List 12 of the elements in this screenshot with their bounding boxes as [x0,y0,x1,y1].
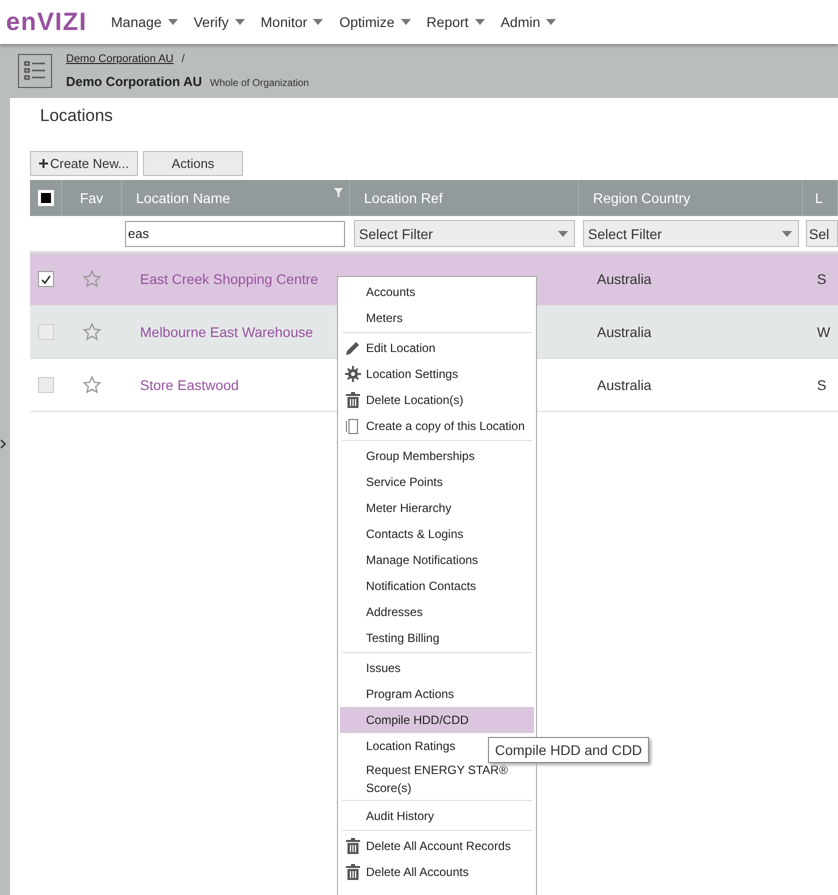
logo: enVIZI [6,8,88,36]
table-cell: W [817,324,830,340]
table-cell: S [817,271,826,287]
tooltip: Compile HDD and CDD [488,737,650,763]
table-cell: Australia [597,324,652,340]
page-title: Locations [40,106,114,127]
table-cell: S [817,377,826,393]
table-cell: Australia [597,377,652,393]
organization-title: Demo Corporation AU [66,74,202,89]
breadcrumb-separator: / [182,53,185,65]
table-cell: Australia [597,271,652,287]
organization-scope: Whole of Organization [210,78,309,89]
